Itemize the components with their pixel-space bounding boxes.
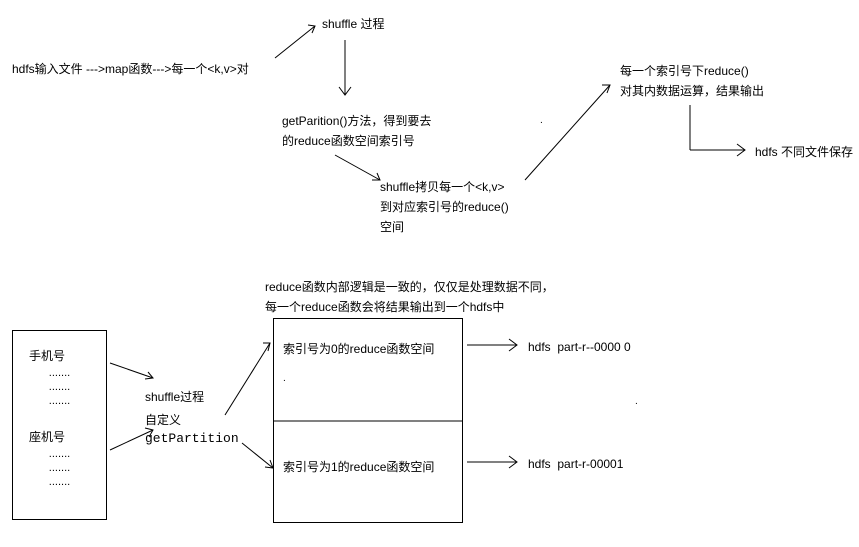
reduce-label-1: 每一个索引号下reduce() (620, 62, 749, 80)
arrow-reduce0-to-hdfs (465, 338, 525, 352)
stray-dot-1: . (540, 112, 543, 130)
arrow-shuffle-to-partition (335, 35, 355, 105)
desc-line-2: 每一个reduce函数会将结果输出到一个hdfs中 (265, 298, 504, 316)
copy-label-2: 到对应索引号的reduce() (380, 198, 509, 216)
reduce0-dot: . (283, 370, 286, 388)
stray-dot-2: . (635, 393, 638, 411)
hdfs-out1-label: hdfs part-r-00001 (528, 455, 623, 473)
reduce0-label: 索引号为0的reduce函数空间 (283, 340, 434, 358)
hdfs-out0-label: hdfs part-r--0000 0 (528, 338, 631, 356)
dots-5: ....... (13, 461, 106, 475)
source-box: 手机号 ....... ....... ....... 座机号 ....... … (12, 330, 107, 520)
dots-3: ....... (13, 394, 106, 408)
phone-label: 手机号 (25, 345, 106, 366)
arrow-copy-to-reduce (520, 75, 620, 185)
arrow-reduce1-to-hdfs (465, 455, 525, 469)
arrow-reduce-to-hdfs (680, 100, 755, 160)
dots-2: ....... (13, 380, 106, 394)
hdfs-input-label: hdfs输入文件 --->map函数--->每一个<k,v>对 (12, 60, 249, 78)
reduce-label-2: 对其内数据运算，结果输出 (620, 82, 764, 100)
dots-6: ....... (13, 475, 106, 489)
arrow-input-to-shuffle (270, 18, 325, 63)
hdfs-output-label: hdfs 不同文件保存 (755, 143, 853, 161)
reduce-box-divider (273, 420, 463, 422)
partition-label-2: 的reduce函数空间索引号 (282, 132, 415, 150)
arrow-phone-to-shuffle (108, 358, 158, 383)
partition-label-1: getParition()方法，得到要去 (282, 112, 431, 130)
shuffle-process-label: shuffle 过程 (322, 15, 384, 33)
reduce1-label: 索引号为1的reduce函数空间 (283, 458, 434, 476)
shuffle-custom-l2: 自定义 (145, 411, 181, 429)
arrow-to-reduce1 (240, 438, 280, 478)
getpartition-label: getPartition (145, 430, 239, 448)
dots-4: ....... (13, 447, 106, 461)
shuffle-custom-l1: shuffle过程 (145, 388, 204, 406)
landline-label: 座机号 (25, 426, 106, 447)
desc-line-1: reduce函数内部逻辑是一致的，仅仅是处理数据不同， (265, 278, 554, 296)
dots-1: ....... (13, 366, 106, 380)
copy-label-1: shuffle拷贝每一个<k,v> (380, 178, 505, 196)
arrow-to-reduce0 (220, 335, 280, 420)
copy-label-3: 空间 (380, 218, 404, 236)
